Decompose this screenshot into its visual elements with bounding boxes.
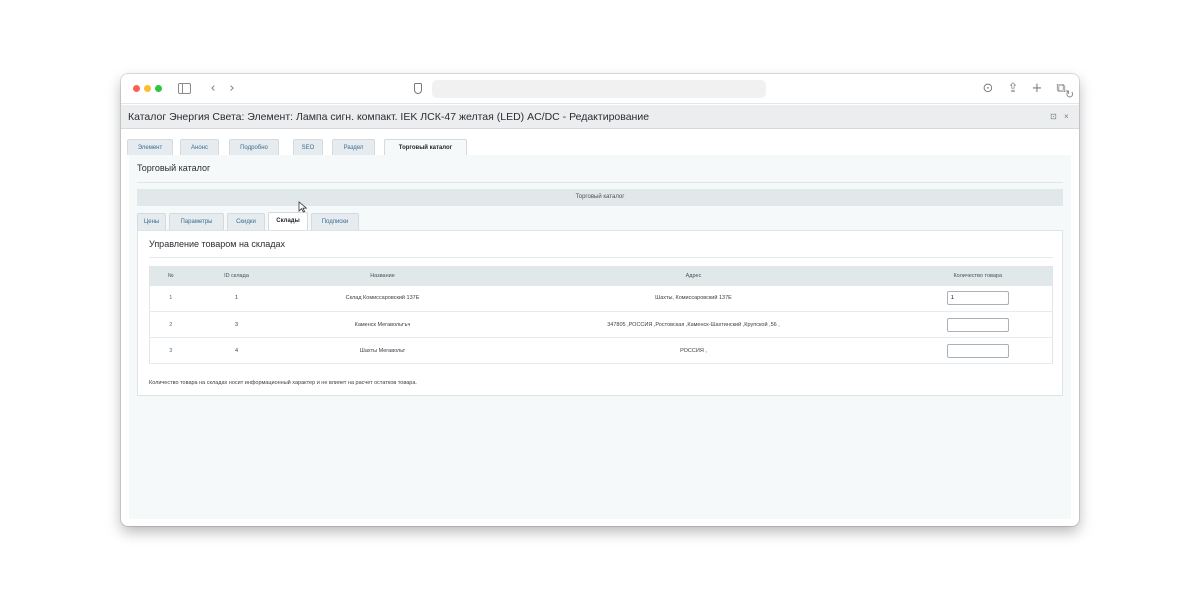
share-icon[interactable]: ⇪ (1005, 80, 1021, 98)
section-heading: Торговый каталог (137, 163, 211, 173)
table-header-row: № ID склада Название Адрес Количество то… (149, 266, 1053, 286)
tab-element[interactable]: Элемент (127, 139, 173, 155)
column-header-quantity: Количество товара (903, 266, 1053, 286)
store-id: 3 (191, 311, 282, 338)
store-address: Шахты, Комиссаровский 137Е (483, 285, 904, 312)
quantity-cell (903, 285, 1053, 312)
close-window-button[interactable] (133, 85, 140, 92)
tab-content: Торговый каталог Торговый каталог Цены П… (129, 155, 1071, 519)
divider (137, 182, 1063, 183)
browser-window: ‹ › ↻ ⊙ ⇪ + ⧉ Каталог Энергия Света: Эле… (121, 74, 1079, 526)
catalog-subtabs: Цены Параметры Скидки Склады Подписки (137, 212, 1063, 230)
restore-icon[interactable]: ⊡ (1050, 112, 1057, 121)
store-name: Шахты Мегавольт (281, 337, 484, 364)
store-address: РОССИЯ , (483, 337, 904, 364)
mouse-cursor-icon (298, 201, 308, 213)
address-bar[interactable]: ↻ (432, 80, 1074, 101)
store-id: 1 (191, 285, 282, 312)
store-address: 347805 ,РОССИЯ ,Ростовская ,Каменск-Шахт… (483, 311, 904, 338)
tab-warehouses[interactable]: Склады (268, 212, 308, 230)
download-icon[interactable]: ⊙ (980, 80, 996, 98)
store-name: Склад Комиссаровский 137Е (281, 285, 484, 312)
warehouses-table: № ID склада Название Адрес Количество то… (149, 266, 1053, 364)
privacy-shield-icon[interactable] (414, 83, 422, 94)
tab-announce[interactable]: Анонс (180, 139, 219, 155)
column-header-store-id: ID склада (191, 266, 282, 286)
table-row: 2 3 Каменск Мегавольтъч 347805 ,РОССИЯ ,… (149, 311, 1053, 338)
quantity-input[interactable] (946, 343, 1009, 358)
quantity-input[interactable] (946, 291, 1009, 306)
back-icon[interactable]: ‹ (205, 80, 221, 98)
tab-subscriptions[interactable]: Подписки (311, 213, 359, 230)
column-header-address: Адрес (483, 266, 904, 286)
row-number-link[interactable]: 3 (149, 337, 192, 364)
row-number-link[interactable]: 1 (149, 285, 192, 312)
column-header-number: № (149, 266, 192, 286)
quantity-cell (903, 311, 1053, 338)
sidebar-icon[interactable] (178, 83, 191, 94)
tab-seo[interactable]: SEO (293, 139, 323, 155)
divider (149, 257, 1053, 258)
browser-toolbar: ‹ › ↻ ⊙ ⇪ + ⧉ (121, 74, 1079, 104)
tab-section[interactable]: Раздел (332, 139, 375, 155)
admin-window-titlebar: Каталог Энергия Света: Элемент: Лампа си… (121, 105, 1079, 129)
new-tab-icon[interactable]: + (1029, 80, 1045, 98)
forward-icon[interactable]: › (224, 80, 240, 98)
warehouses-panel: Управление товаром на складах № ID склад… (137, 230, 1063, 396)
close-icon[interactable]: × (1064, 112, 1069, 121)
info-note: Количество товара на складах носит инфор… (149, 380, 417, 386)
tab-parameters[interactable]: Параметры (169, 213, 224, 230)
quantity-input[interactable] (946, 317, 1009, 332)
minimize-window-button[interactable] (144, 85, 151, 92)
quantity-cell (903, 337, 1053, 364)
table-row: 3 4 Шахты Мегавольт РОССИЯ , (149, 337, 1053, 364)
tab-overview-icon[interactable]: ⧉ (1053, 80, 1069, 98)
store-id: 4 (191, 337, 282, 364)
table-row: 1 1 Склад Комиссаровский 137Е Шахты, Ком… (149, 285, 1053, 312)
tab-discounts[interactable]: Скидки (227, 213, 265, 230)
tab-trade-catalog[interactable]: Торговый каталог (384, 139, 467, 156)
catalog-header-bar: Торговый каталог (137, 189, 1063, 206)
panel-title: Управление товаром на складах (149, 239, 285, 249)
zoom-window-button[interactable] (155, 85, 162, 92)
column-header-name: Название (281, 266, 484, 286)
tab-details[interactable]: Подробно (229, 139, 279, 155)
row-number-link[interactable]: 2 (149, 311, 192, 338)
store-name: Каменск Мегавольтъч (281, 311, 484, 338)
element-tabs: Элемент Анонс Подробно SEO Раздел Торгов… (121, 130, 1079, 156)
tab-prices[interactable]: Цены (137, 213, 166, 230)
page-title: Каталог Энергия Света: Элемент: Лампа си… (128, 111, 650, 123)
